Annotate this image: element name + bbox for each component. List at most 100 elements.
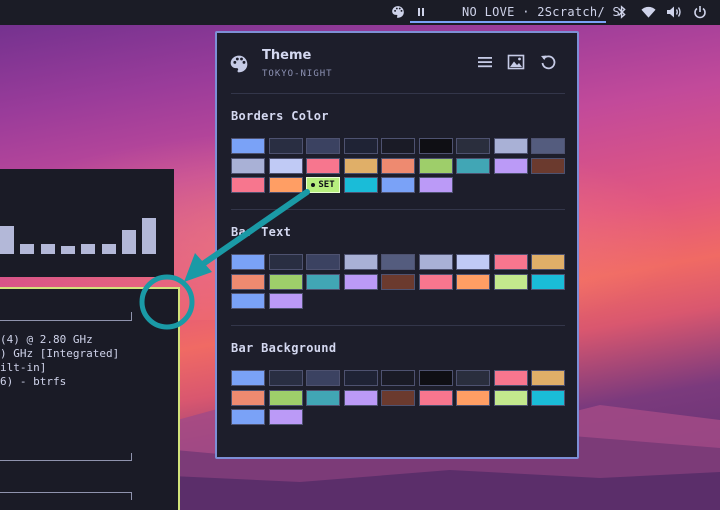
color-swatch[interactable]: [306, 389, 340, 406]
color-swatch[interactable]: [456, 389, 490, 406]
color-swatch[interactable]: [531, 138, 565, 154]
color-swatch[interactable]: [231, 157, 265, 174]
wifi-icon[interactable]: [640, 4, 656, 20]
section-title-borders-color: Borders Color: [231, 109, 329, 123]
color-swatch[interactable]: [381, 177, 415, 193]
color-swatch[interactable]: [493, 138, 528, 154]
media-title[interactable]: NO LOVE · 2Scratch/ S: [462, 5, 620, 19]
color-swatch[interactable]: [381, 273, 415, 290]
separator-corner: [131, 312, 132, 320]
reset-icon[interactable]: [539, 53, 559, 73]
color-swatch[interactable]: [418, 389, 453, 406]
color-swatch[interactable]: [231, 254, 265, 270]
theme-panel: Theme TOKYO-NIGHT Borders Color SET Bar …: [215, 31, 579, 459]
color-swatch[interactable]: [231, 293, 265, 309]
color-swatch[interactable]: [268, 389, 303, 406]
color-swatch[interactable]: [306, 138, 340, 154]
display-info: ilt-in]: [0, 361, 47, 374]
color-swatch[interactable]: [493, 389, 528, 406]
color-swatch[interactable]: [456, 157, 490, 174]
section-separator: [231, 325, 565, 326]
color-swatch[interactable]: [231, 138, 265, 154]
color-swatch[interactable]: [531, 254, 565, 270]
color-swatch[interactable]: [306, 273, 340, 290]
color-swatch[interactable]: [381, 157, 415, 174]
color-swatch[interactable]: [306, 157, 340, 174]
color-swatch[interactable]: [306, 370, 340, 386]
color-swatch[interactable]: [531, 273, 565, 290]
color-swatch[interactable]: [343, 370, 378, 386]
color-swatch[interactable]: [418, 138, 453, 154]
color-swatch[interactable]: [343, 254, 378, 270]
color-swatch[interactable]: [306, 254, 340, 270]
color-swatch[interactable]: [268, 254, 303, 270]
media-progress-underline: [410, 21, 606, 23]
color-swatch[interactable]: [493, 254, 528, 270]
color-swatch[interactable]: [343, 389, 378, 406]
color-swatch[interactable]: [418, 273, 453, 290]
top-bar: NO LOVE · 2Scratch/ S: [0, 0, 720, 25]
color-swatch[interactable]: [268, 157, 303, 174]
color-swatch-selected[interactable]: SET: [306, 177, 340, 193]
system-info-window: (4) @ 2.80 GHz ) GHz [Integrated] ilt-in…: [0, 287, 180, 510]
color-swatch[interactable]: [493, 370, 528, 386]
separator-corner: [131, 492, 132, 500]
panel-title: Theme: [262, 48, 312, 63]
color-swatch[interactable]: [381, 138, 415, 154]
disk-info: 6) - btrfs: [0, 375, 67, 388]
color-swatch[interactable]: [268, 273, 303, 290]
panel-subtitle: TOKYO-NIGHT: [262, 69, 333, 79]
color-swatch[interactable]: [381, 389, 415, 406]
bluetooth-icon[interactable]: [614, 4, 630, 20]
color-swatch[interactable]: [343, 138, 378, 154]
color-swatch[interactable]: [531, 157, 565, 174]
color-swatch[interactable]: [493, 157, 528, 174]
color-swatch[interactable]: [418, 157, 453, 174]
visualizer-bar: [20, 244, 35, 254]
visualizer-bar: [60, 246, 75, 254]
color-swatch[interactable]: [268, 138, 303, 154]
color-swatch[interactable]: [493, 273, 528, 290]
menu-icon[interactable]: [476, 53, 496, 73]
section-separator: [231, 209, 565, 210]
color-swatch[interactable]: [456, 254, 490, 270]
color-swatch[interactable]: [456, 273, 490, 290]
palette-icon[interactable]: [390, 4, 406, 20]
color-swatch[interactable]: [231, 177, 265, 193]
selected-dot-icon: [311, 183, 316, 187]
color-swatch[interactable]: [418, 177, 453, 193]
cpu-info: (4) @ 2.80 GHz: [0, 333, 93, 346]
separator-line: [0, 320, 132, 321]
pause-icon[interactable]: [413, 4, 429, 20]
gpu-info: ) GHz [Integrated]: [0, 347, 120, 360]
color-swatch[interactable]: [268, 409, 303, 425]
audio-visualizer-window: [0, 169, 174, 277]
color-swatch[interactable]: [231, 370, 265, 386]
color-swatch[interactable]: [231, 273, 265, 290]
color-swatch[interactable]: [531, 389, 565, 406]
color-swatch[interactable]: [381, 254, 415, 270]
color-swatch[interactable]: [456, 370, 490, 386]
separator-line: [0, 492, 132, 493]
set-label: SET: [318, 180, 335, 190]
volume-icon[interactable]: [666, 4, 682, 20]
color-swatch[interactable]: [268, 177, 303, 193]
visualizer-bar: [121, 230, 136, 254]
image-icon[interactable]: [507, 53, 527, 73]
separator-line: [0, 460, 132, 461]
bar-text-swatch-grid: [231, 254, 565, 309]
color-swatch[interactable]: [456, 138, 490, 154]
color-swatch[interactable]: [343, 177, 378, 193]
color-swatch[interactable]: [231, 389, 265, 406]
color-swatch[interactable]: [418, 370, 453, 386]
color-swatch[interactable]: [231, 409, 265, 425]
color-swatch[interactable]: [418, 254, 453, 270]
color-swatch[interactable]: [268, 370, 303, 386]
section-title-bar-background: Bar Background: [231, 341, 337, 355]
color-swatch[interactable]: [343, 273, 378, 290]
color-swatch[interactable]: [531, 370, 565, 386]
power-icon[interactable]: [692, 4, 708, 20]
color-swatch[interactable]: [343, 157, 378, 174]
color-swatch[interactable]: [381, 370, 415, 386]
color-swatch[interactable]: [268, 293, 303, 309]
